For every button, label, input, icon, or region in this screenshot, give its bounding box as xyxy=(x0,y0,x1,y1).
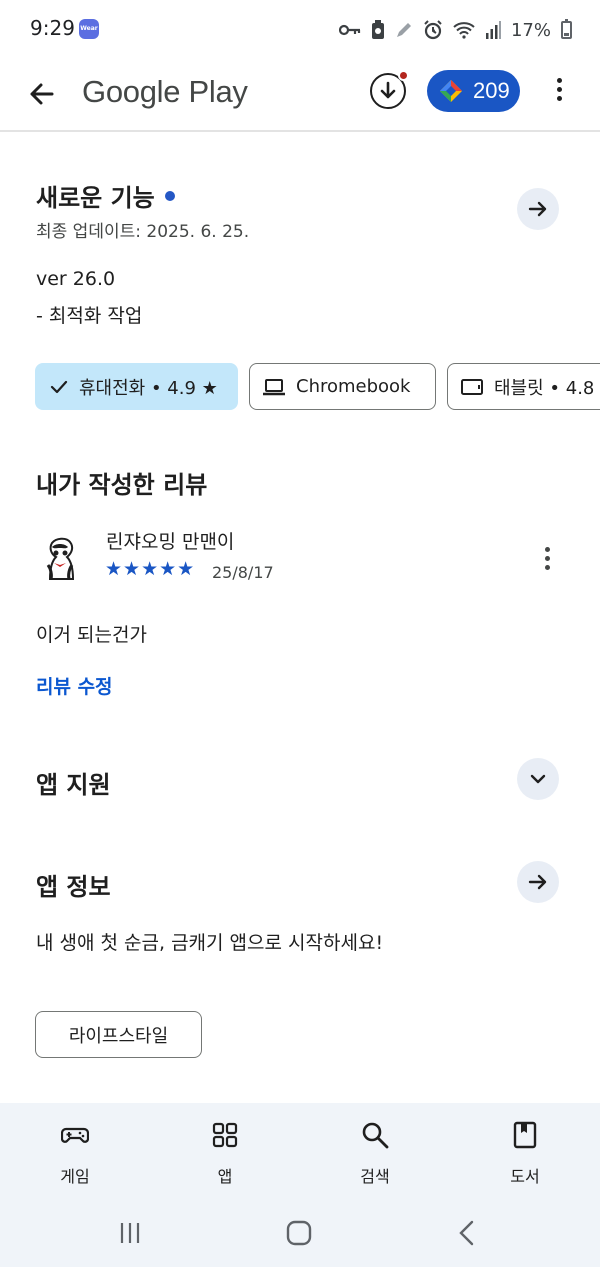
app-info-arrow-button[interactable] xyxy=(517,861,559,903)
recent-apps-icon[interactable] xyxy=(118,1221,142,1245)
alarm-icon xyxy=(424,20,442,40)
chip-phone[interactable]: 휴대전화 • 4.9 ★ xyxy=(35,363,238,410)
back-button[interactable] xyxy=(22,74,62,114)
arrow-forward-icon xyxy=(528,201,547,217)
gamepad-icon xyxy=(61,1127,89,1143)
version-note: - 최적화 작업 xyxy=(36,305,143,327)
app-support-title: 앱 지원 xyxy=(36,771,111,799)
battery-percent: 17% xyxy=(510,19,551,41)
avatar xyxy=(36,535,84,583)
play-points-button[interactable]: 209 xyxy=(427,70,520,112)
version-text: ver 26.0 xyxy=(36,268,116,290)
whats-new-title: 새로운 기능 xyxy=(36,178,175,213)
review-text: 이거 되는건가 xyxy=(36,624,147,646)
whats-new-arrow-button[interactable] xyxy=(517,188,559,230)
nav-books-label: 도서 xyxy=(510,1167,540,1186)
battery-icon xyxy=(561,19,572,39)
nav-search[interactable]: 검색 xyxy=(315,1103,435,1191)
app-support-expand-button[interactable] xyxy=(517,758,559,800)
app-description: 내 생애 첫 순금, 금캐기 앱으로 시작하세요! xyxy=(36,932,384,954)
pen-icon xyxy=(396,23,411,37)
nav-games[interactable]: 게임 xyxy=(15,1103,135,1191)
more-options-button[interactable] xyxy=(545,75,573,109)
laptop-icon xyxy=(263,378,285,395)
book-icon xyxy=(513,1121,537,1149)
chip-chromebook-label: Chromebook xyxy=(296,376,411,397)
arrow-forward-icon xyxy=(528,874,547,890)
play-points-icon xyxy=(440,80,462,102)
review-more-button[interactable] xyxy=(537,545,557,575)
status-time: 9:29 xyxy=(30,16,75,40)
chip-chromebook[interactable]: Chromebook xyxy=(249,363,436,410)
app-info-title: 앱 정보 xyxy=(36,873,111,901)
tablet-icon xyxy=(461,378,483,395)
nav-apps[interactable]: 앱 xyxy=(165,1103,285,1191)
downloads-button[interactable] xyxy=(370,70,409,109)
bottom-navigation: 게임 앱 검색 도서 xyxy=(0,1103,600,1191)
new-indicator-dot xyxy=(164,191,175,201)
status-bar: 9:29 Wear 17% xyxy=(0,0,600,60)
chip-phone-label: 휴대전화 • 4.9 ★ xyxy=(79,377,218,399)
my-review-title: 내가 작성한 리뷰 xyxy=(36,471,208,499)
search-icon xyxy=(362,1122,389,1149)
nav-apps-label: 앱 xyxy=(217,1167,233,1186)
chevron-down-icon xyxy=(530,774,546,784)
wifi-icon xyxy=(453,22,475,39)
back-nav-icon[interactable] xyxy=(456,1220,478,1246)
system-navigation-bar xyxy=(0,1191,600,1267)
status-icons: 17% xyxy=(338,17,572,43)
review-date: 25/8/17 xyxy=(212,563,274,582)
review-stars: ★★★★★ xyxy=(105,558,196,580)
wear-app-icon: Wear xyxy=(79,19,99,39)
home-icon[interactable] xyxy=(286,1220,312,1246)
points-value: 209 xyxy=(473,78,510,103)
reviewer-name: 린쟈오밍 만맨이 xyxy=(106,531,235,553)
arrow-back-icon xyxy=(30,83,54,105)
nav-search-label: 검색 xyxy=(360,1167,390,1186)
chip-tablet-label: 태블릿 • 4.8 ★ xyxy=(494,377,600,399)
chip-tablet[interactable]: 태블릿 • 4.8 ★ xyxy=(447,363,600,410)
app-title: Google Play xyxy=(82,74,248,109)
nav-games-label: 게임 xyxy=(60,1167,90,1186)
signal-icon xyxy=(485,21,501,39)
category-chip[interactable]: 라이프스타일 xyxy=(35,1011,202,1058)
app-bar: Google Play 209 xyxy=(0,60,600,132)
edit-review-link[interactable]: 리뷰 수정 xyxy=(36,672,113,699)
nav-books[interactable]: 도서 xyxy=(465,1103,585,1191)
check-icon xyxy=(50,380,68,393)
notification-dot xyxy=(398,70,409,81)
recycle-battery-icon xyxy=(371,20,384,39)
apps-grid-icon xyxy=(212,1122,238,1148)
last-updated: 최종 업데이트: 2025. 6. 25. xyxy=(36,222,250,242)
key-icon xyxy=(338,24,361,36)
